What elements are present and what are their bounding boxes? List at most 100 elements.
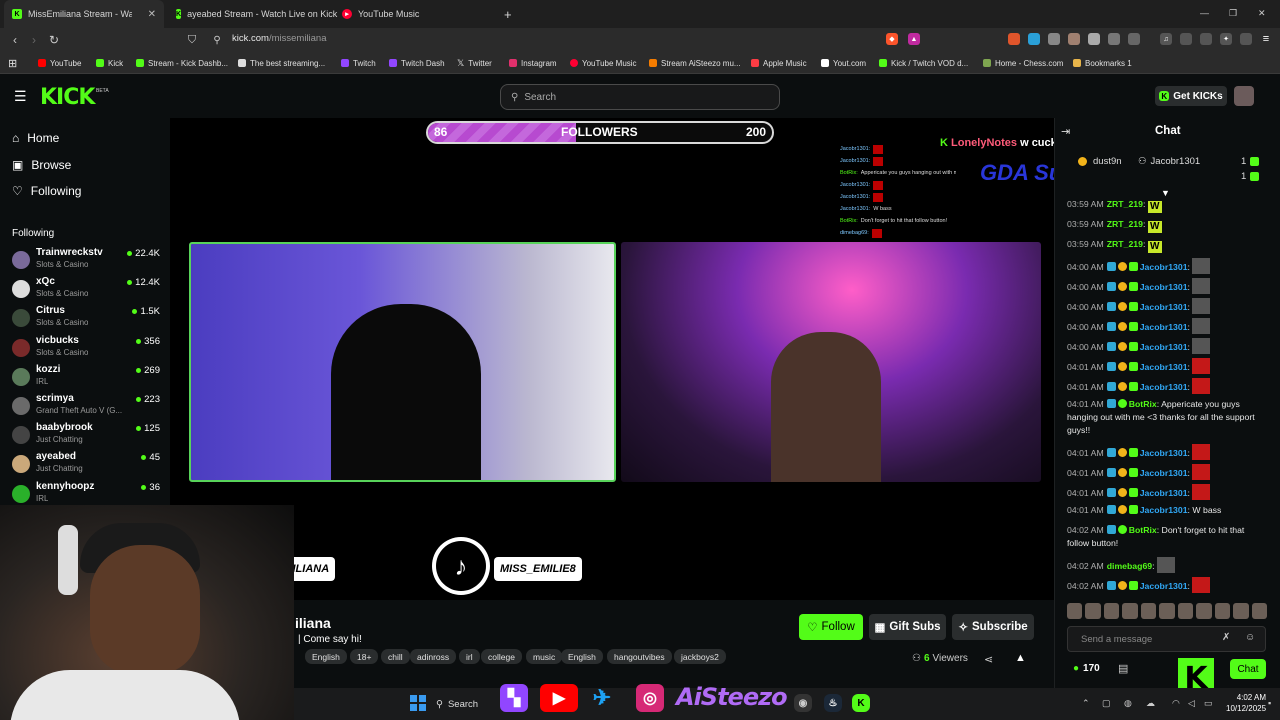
bookmark-kick[interactable]: Kick (96, 52, 123, 74)
chat-message[interactable]: 04:00 AM Jacobr1301: (1067, 338, 1267, 354)
message-user[interactable]: ZRT_219 (1107, 219, 1143, 229)
maximize-icon[interactable]: ❐ (1229, 8, 1237, 19)
youtube-icon[interactable]: ▶ (540, 684, 578, 712)
message-user[interactable]: BotRix (1129, 399, 1157, 409)
store-icon[interactable]: ▤ (1118, 662, 1128, 675)
chat-message[interactable]: 04:00 AM Jacobr1301: (1067, 298, 1267, 314)
message-user[interactable]: Jacobr1301 (1140, 282, 1188, 292)
close-tab-icon[interactable]: ✕ (148, 9, 156, 20)
following-channel[interactable]: Trainwreckstv Slots & Casino 22.4K (12, 247, 160, 275)
twitter-bird-icon[interactable]: ✈ (588, 684, 616, 712)
bookmark-twitter[interactable]: 𝕏 Twitter (457, 52, 492, 74)
message-user[interactable]: Jacobr1301 (1140, 488, 1188, 498)
chat-message[interactable]: 04:02 AM BotRix: Don't forget to hit that… (1067, 524, 1267, 550)
steam-icon[interactable]: ♨ (824, 694, 842, 712)
message-user[interactable]: Jacobr1301 (1140, 322, 1188, 332)
extension-icon[interactable] (1048, 33, 1060, 45)
report-icon[interactable]: ▲ (1015, 652, 1026, 664)
tab-missemiliana[interactable]: K MissEmiliana Stream - Watch ✕ (4, 0, 164, 28)
close-window-icon[interactable]: ✕ (1258, 8, 1266, 19)
message-user[interactable]: ZRT_219 (1107, 239, 1143, 249)
windows-start-icon[interactable] (410, 695, 426, 711)
extension-icon[interactable] (1028, 33, 1040, 45)
following-channel[interactable]: vicbucks Slots & Casino 356 (12, 335, 160, 363)
chat-message[interactable]: 04:01 AM Jacobr1301: (1067, 464, 1267, 480)
volume-icon[interactable]: ◁ (1188, 698, 1195, 709)
bookmark-vod[interactable]: Kick / Twitch VOD d... (879, 52, 968, 74)
apps-grid-icon[interactable]: ⊞ (8, 52, 17, 74)
bookmarks-folder[interactable]: Bookmarks 1 (1073, 52, 1132, 74)
bookmark-chess[interactable]: Home - Chess.com (983, 52, 1063, 74)
chat-message[interactable]: 04:02 AM Jacobr1301: (1067, 577, 1267, 593)
message-user[interactable]: Jacobr1301 (1140, 581, 1188, 591)
follow-button[interactable]: ♡ Follow (799, 614, 863, 640)
chat-message[interactable]: 04:01 AM Jacobr1301: (1067, 378, 1267, 394)
collapse-chat-icon[interactable]: ⇥ (1061, 125, 1070, 138)
cloud-icon[interactable]: ☁ (1146, 698, 1155, 709)
nav-browse[interactable]: ▣ Browse (12, 155, 71, 175)
vpn-shield-icon[interactable] (1240, 33, 1252, 45)
twitch-icon[interactable]: ▚ (500, 684, 528, 712)
user-avatar[interactable] (1234, 86, 1254, 106)
emote-picker-icon[interactable]: ☺ (1245, 632, 1255, 643)
extension-icon[interactable] (1068, 33, 1080, 45)
chat-message[interactable]: 04:01 AM Jacobr1301: (1067, 358, 1267, 374)
reload-icon[interactable]: ↻ (45, 28, 63, 52)
message-user[interactable]: ZRT_219 (1107, 199, 1143, 209)
tag-chip[interactable]: hangoutvibes (607, 649, 672, 664)
media-icon[interactable]: ♫ (1160, 33, 1172, 45)
tag-chip[interactable]: English (305, 649, 347, 664)
following-channel[interactable]: baabybrook Just Chatting 125 (12, 422, 160, 450)
tag-chip[interactable]: chill (381, 649, 410, 664)
bookmark-youtube[interactable]: YouTube (38, 52, 81, 74)
bookmark-twitch-dash[interactable]: Twitch Dash (389, 52, 445, 74)
tag-chip[interactable]: jackboys2 (674, 649, 726, 664)
chat-message-input[interactable]: Send a message (1067, 626, 1266, 652)
screenshot-icon[interactable] (1128, 33, 1140, 45)
instagram-icon[interactable]: ◎ (636, 684, 664, 712)
tray-app-icon[interactable]: ◍ (1124, 698, 1132, 709)
nav-following[interactable]: ♡ Following (12, 181, 81, 201)
kicks-balance[interactable]: ● 170 (1073, 663, 1100, 674)
bookmark-kick-dashboard[interactable]: Stream - Kick Dashb... (136, 52, 228, 74)
bookmark-instagram[interactable]: Instagram (509, 52, 557, 74)
sidebar-icon[interactable] (1180, 33, 1192, 45)
chat-message[interactable]: 04:01 AM Jacobr1301: (1067, 484, 1267, 500)
tab-ayeabed[interactable]: K ayeabed Stream - Watch Live on Kick (168, 0, 337, 28)
chat-message[interactable]: 04:01 AM Jacobr1301: W bass (1067, 504, 1267, 517)
subscribe-button[interactable]: ✧ Subscribe (952, 614, 1034, 640)
following-channel[interactable]: ayeabed Just Chatting 45 (12, 451, 160, 479)
expand-pinned-icon[interactable]: ▼ (1161, 188, 1170, 198)
brave-shield-icon[interactable]: ◆ (886, 33, 898, 45)
taskbar-clock[interactable]: 4:02 AM 10/12/2025 (1226, 692, 1266, 714)
following-channel[interactable]: kozzi IRL 269 (12, 364, 160, 392)
hamburger-menu-icon[interactable]: ☰ (14, 88, 27, 105)
chat-message[interactable]: 04:00 AM Jacobr1301: (1067, 278, 1267, 294)
battery-icon[interactable]: ▭ (1204, 698, 1213, 709)
chat-message[interactable]: 03:59 AM ZRT_219: W (1067, 198, 1267, 213)
chat-message[interactable]: 04:01 AM BotRix: Appericate you guys hang… (1067, 398, 1267, 437)
chat-message[interactable]: 04:01 AM Jacobr1301: (1067, 444, 1267, 460)
brave-rewards-icon[interactable]: ▲ (908, 33, 920, 45)
kick-icon[interactable]: K (852, 694, 870, 712)
tag-chip[interactable]: adinross (410, 649, 457, 664)
message-user[interactable]: Jacobr1301 (1140, 302, 1188, 312)
url-field[interactable]: kick.com/missemiliana (232, 33, 327, 44)
chat-message[interactable]: 03:59 AM ZRT_219: W (1067, 218, 1267, 233)
tag-chip[interactable]: English (561, 649, 603, 664)
new-tab-button[interactable]: + (496, 0, 520, 28)
wallet-icon[interactable] (1200, 33, 1212, 45)
get-kicks-button[interactable]: K Get KICKs (1155, 86, 1227, 106)
tab-youtube-music[interactable]: ▸ YouTube Music (334, 0, 494, 28)
gift-subs-button[interactable]: ▦ Gift Subs (869, 614, 946, 640)
message-user[interactable]: Jacobr1301 (1140, 382, 1188, 392)
menu-icon[interactable]: ≡ (1260, 33, 1272, 45)
kick-logo[interactable]: KICK (40, 85, 95, 110)
chat-message[interactable]: 04:02 AM dimebag69: (1067, 557, 1267, 573)
bookmark-star-icon[interactable]: ⛉ (183, 28, 201, 52)
tag-chip[interactable]: music (526, 649, 563, 664)
bookmark-yout[interactable]: Yout.com (821, 52, 866, 74)
share-icon[interactable]: ⋖ (984, 653, 993, 666)
tag-chip[interactable]: 18+ (350, 649, 379, 664)
message-user[interactable]: Jacobr1301 (1140, 342, 1188, 352)
